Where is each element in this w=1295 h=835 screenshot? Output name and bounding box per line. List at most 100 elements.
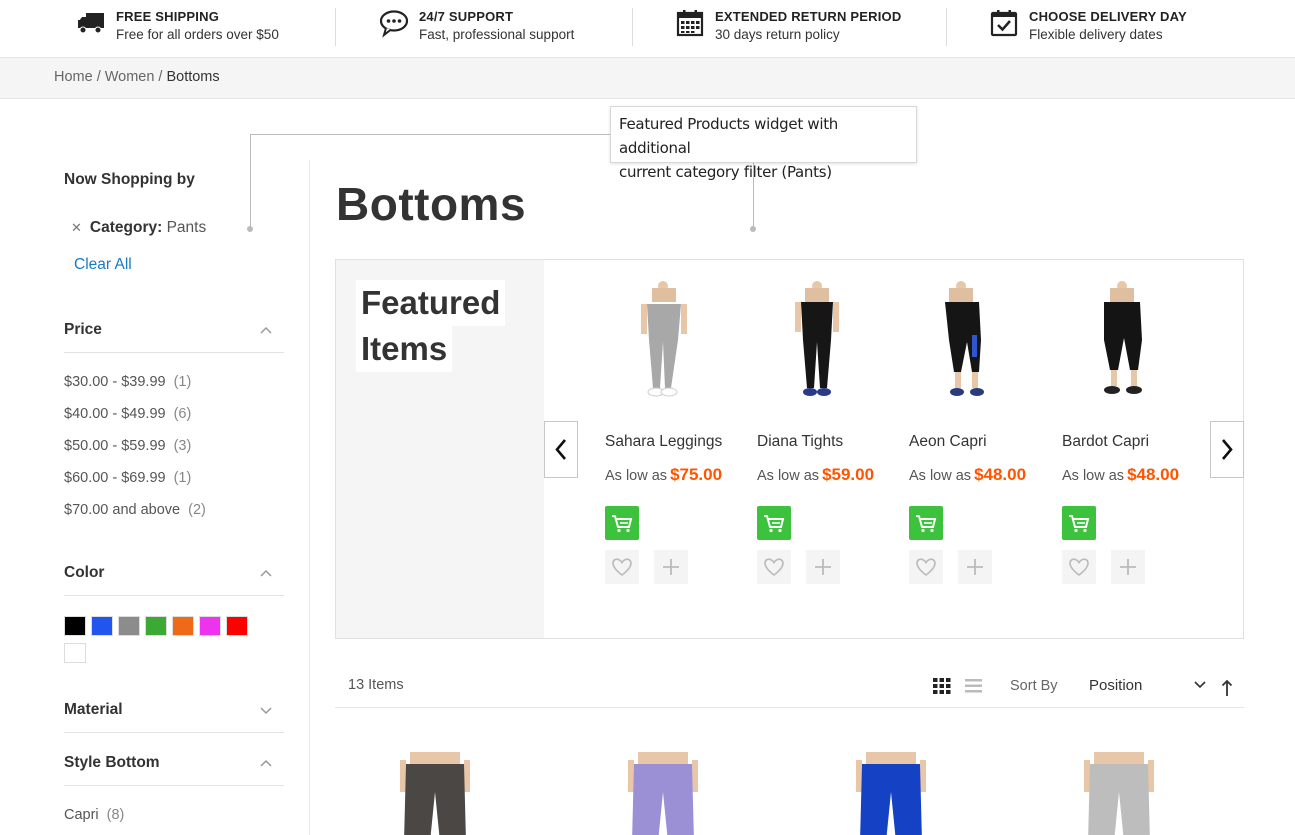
sort-direction-arrow-icon[interactable] [1221,679,1233,697]
product-name[interactable]: Diana Tights [757,433,843,451]
product-image[interactable] [757,280,877,400]
style-option[interactable]: Capri (8) [64,807,124,823]
pants-shape [632,764,694,835]
product-price: As low as $48.00 [1062,465,1179,485]
filter-material-header[interactable]: Material [64,701,284,733]
grid-view-icon[interactable] [933,678,951,694]
pants-shape [1088,764,1150,835]
filter-title: Material [64,701,123,718]
price-amount: $48.00 [974,465,1027,484]
add-to-cart-button[interactable] [605,506,639,540]
grid-product-image[interactable] [598,752,728,835]
add-to-cart-button[interactable] [1062,506,1096,540]
grid-product-image[interactable] [826,752,956,835]
price-count: (1) [173,470,192,486]
feature-title: FREE SHIPPING [116,9,220,24]
color-swatch-green[interactable] [145,616,167,636]
cart-icon [764,515,785,533]
feature-subtitle: Flexible delivery dates [1029,27,1163,42]
price-amount: $75.00 [670,465,723,484]
annotation-line: current category filter (Pants) [619,163,832,181]
sort-select-value: Position [1089,677,1143,694]
list-view-icon[interactable] [965,679,982,693]
color-swatch-gray[interactable] [118,616,140,636]
featured-heading-panel: Featured Items [336,260,544,638]
chevron-up-icon [260,326,272,334]
breadcrumb-current: Bottoms [166,69,220,85]
breadcrumb: Home / Women / Bottoms [54,69,220,85]
item-count: 13 Items [348,677,404,693]
color-swatch-blue[interactable] [91,616,113,636]
color-swatch-orange[interactable] [172,616,194,636]
add-to-cart-button[interactable] [757,506,791,540]
heart-icon [1069,558,1089,577]
heart-icon [916,558,936,577]
product-image[interactable] [605,280,725,400]
feature-title: 24/7 SUPPORT [419,9,514,24]
price-option[interactable]: $50.00 - $59.99 (3) [64,438,191,454]
add-to-compare-button[interactable] [958,550,992,584]
product-price: As low as $75.00 [605,465,722,485]
price-option[interactable]: $30.00 - $39.99 (1) [64,374,191,390]
carousel-next-button[interactable] [1210,421,1244,478]
page-title: Bottoms [336,178,527,230]
carousel-prev-button[interactable] [544,421,578,478]
add-to-wishlist-button[interactable] [1062,550,1096,584]
filter-color-header[interactable]: Color [64,564,284,596]
color-swatch-purple[interactable] [199,616,221,636]
add-to-cart-button[interactable] [909,506,943,540]
annotation-connector [250,134,610,135]
featured-product-card[interactable]: Bardot Capri As low as $48.00 [1062,280,1202,584]
breadcrumb-women[interactable]: Women [105,69,155,85]
feature-return: EXTENDED RETURN PERIOD 30 days return po… [675,8,901,48]
chevron-up-icon [260,569,272,577]
breadcrumb-home[interactable]: Home [54,69,93,85]
add-to-wishlist-button[interactable] [605,550,639,584]
price-count: (6) [173,406,192,422]
add-to-wishlist-button[interactable] [757,550,791,584]
heart-icon [612,558,632,577]
sort-select[interactable]: Position [1080,671,1210,701]
remove-filter-icon[interactable]: ✕ [71,220,82,235]
divider [632,8,633,46]
annotation-callout: Featured Products widget with additional… [610,106,917,181]
chevron-down-icon [1194,681,1206,689]
clear-all-link[interactable]: Clear All [74,256,132,274]
breadcrumb-bar: Home / Women / Bottoms [0,58,1295,99]
filter-title: Style Bottom [64,754,160,771]
grid-product-image[interactable] [1054,752,1184,835]
filter-price-header[interactable]: Price [64,321,284,353]
price-count: (3) [173,438,192,454]
add-to-compare-button[interactable] [806,550,840,584]
price-option[interactable]: $60.00 - $69.99 (1) [64,470,191,486]
add-to-compare-button[interactable] [654,550,688,584]
featured-product-card[interactable]: Sahara Leggings As low as $75.00 [605,280,745,584]
color-swatch-red[interactable] [226,616,248,636]
annotation-line: Featured Products widget with additional [619,115,838,157]
featured-product-card[interactable]: Diana Tights As low as $59.00 [757,280,897,584]
add-to-wishlist-button[interactable] [909,550,943,584]
product-image[interactable] [909,280,1029,400]
price-range: $30.00 - $39.99 [64,374,166,390]
featured-product-card[interactable]: Aeon Capri As low as $48.00 [909,280,1049,584]
product-name[interactable]: Aeon Capri [909,433,987,451]
chat-icon [379,10,409,38]
divider [335,8,336,46]
product-name[interactable]: Bardot Capri [1062,433,1149,451]
feature-subtitle: Free for all orders over $50 [116,27,279,42]
color-swatch-black[interactable] [64,616,86,636]
product-name[interactable]: Sahara Leggings [605,433,722,451]
add-to-compare-button[interactable] [1111,550,1145,584]
color-swatch-white[interactable] [64,643,86,663]
cart-icon [612,515,633,533]
featured-products-widget: Featured Items Sahara Leggings As low as… [335,259,1244,639]
filter-style-bottom-header[interactable]: Style Bottom [64,754,284,786]
cart-icon [916,515,937,533]
feature-subtitle: Fast, professional support [419,27,575,42]
product-image[interactable] [1062,280,1182,400]
price-option[interactable]: $40.00 - $49.99 (6) [64,406,191,422]
grid-product-image[interactable] [370,752,500,835]
price-option[interactable]: $70.00 and above (2) [64,502,206,518]
features-bar: FREE SHIPPING Free for all orders over $… [0,0,1295,58]
featured-heading-line: Items [356,326,453,372]
